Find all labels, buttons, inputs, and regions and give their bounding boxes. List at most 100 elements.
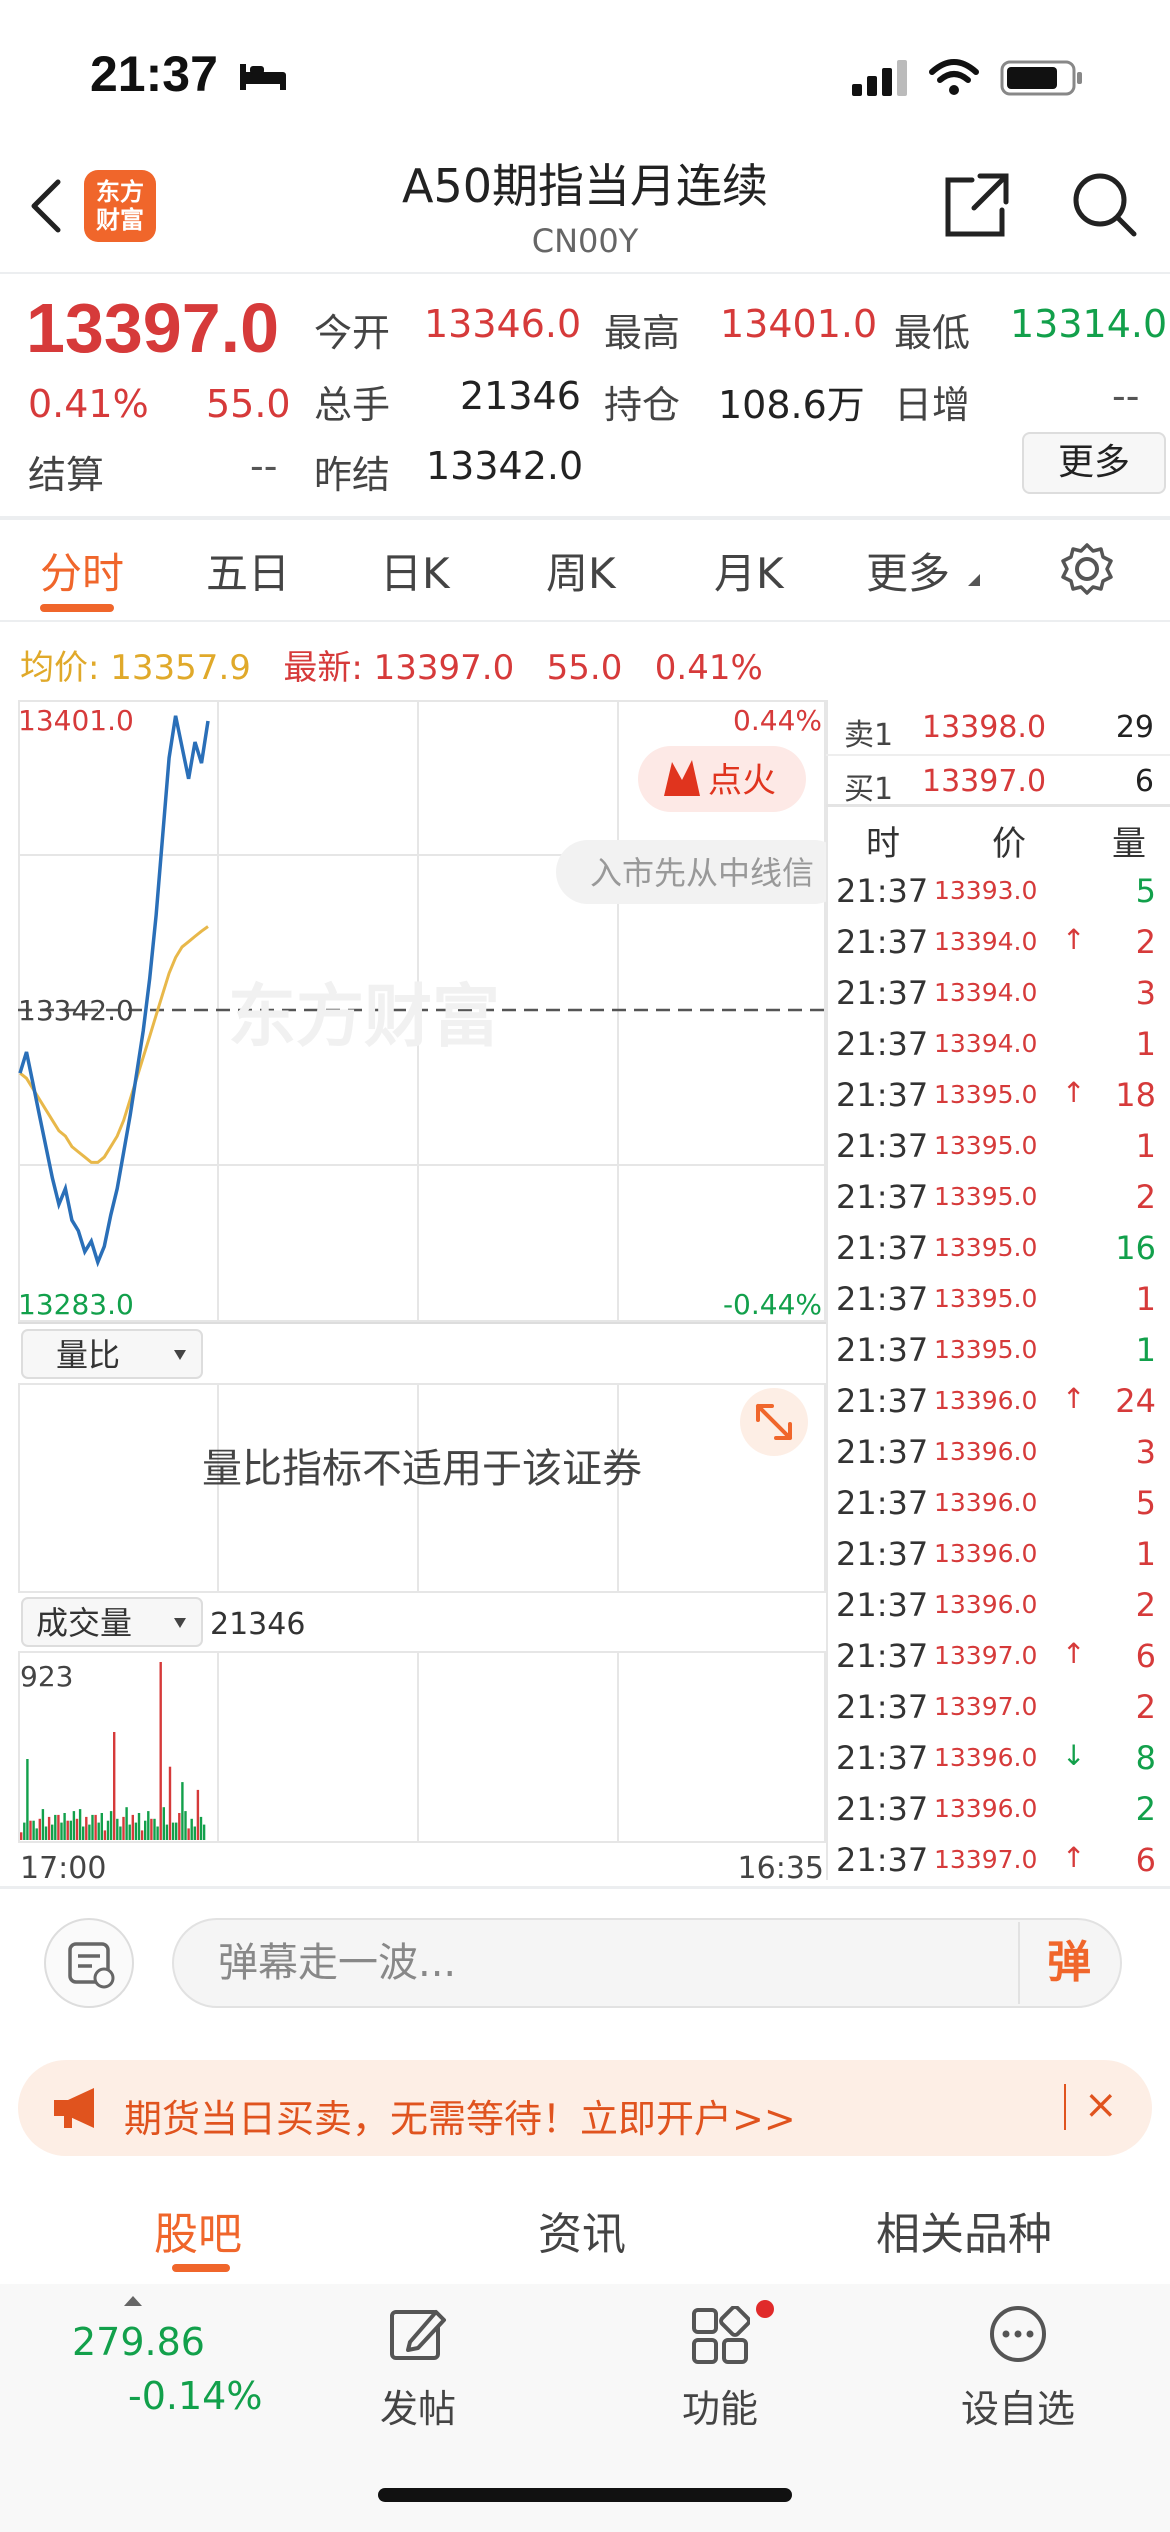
latest-value: 13397.0 bbox=[373, 648, 515, 688]
y-top-price: 13401.0 bbox=[18, 704, 134, 737]
volume-bar bbox=[119, 1826, 122, 1840]
trade-qty: 5 bbox=[1135, 872, 1156, 910]
volume-bar bbox=[32, 1820, 35, 1840]
trade-row: 21:37 13396.0 ↑ 24 bbox=[826, 1376, 1170, 1426]
trade-qty: 2 bbox=[1135, 1790, 1156, 1828]
volume-bar bbox=[78, 1809, 82, 1840]
volume-bar bbox=[187, 1828, 190, 1840]
buy1-label: 买1 bbox=[844, 772, 894, 807]
prev-settle-label: 昨结 bbox=[314, 453, 391, 497]
tab-intraday[interactable]: 分时 bbox=[40, 540, 124, 601]
low-label: 最低 bbox=[894, 311, 971, 355]
trade-row: 21:37 13395.0 16 bbox=[826, 1223, 1170, 1273]
trade-time: 21:37 bbox=[836, 1331, 929, 1369]
index-change[interactable]: -0.14% bbox=[128, 2374, 262, 2418]
volume-bar bbox=[159, 1662, 162, 1840]
trade-dir: ↑ bbox=[1062, 923, 1086, 956]
trade-time: 21:37 bbox=[836, 1637, 929, 1675]
tab-weekly-k[interactable]: 周K bbox=[546, 540, 616, 601]
tab-guba[interactable]: 股吧 bbox=[154, 2198, 242, 2262]
sell1-price: 13398.0 bbox=[922, 710, 1047, 745]
trade-row: 21:37 13396.0 ↓ 8 bbox=[826, 1733, 1170, 1783]
fire-button[interactable]: 点火 bbox=[638, 746, 806, 812]
y-top-pct: 0.44% bbox=[733, 704, 822, 737]
ticker-text[interactable]: 入市先从中线信 bbox=[590, 854, 814, 892]
tab-more[interactable]: 更多 bbox=[866, 540, 950, 601]
settle-label: 结算 bbox=[28, 453, 105, 497]
nav-function[interactable]: 功能 bbox=[620, 2378, 820, 2433]
danmaku-input[interactable]: 弹幕走一波... bbox=[172, 1918, 1122, 2008]
index-value[interactable]: 279.86 bbox=[72, 2320, 205, 2364]
trade-row: 21:37 13394.0 3 bbox=[826, 968, 1170, 1018]
trade-qty: 1 bbox=[1135, 1127, 1156, 1165]
avg-value: 13357.9 bbox=[110, 648, 251, 688]
trade-row: 21:37 13395.0 ↑ 18 bbox=[826, 1070, 1170, 1120]
change-value: 55.0 bbox=[206, 382, 291, 426]
volume-bar bbox=[26, 1759, 29, 1840]
trade-time: 21:37 bbox=[836, 1025, 929, 1063]
volume-bar bbox=[196, 1789, 200, 1840]
tab-five-day[interactable]: 五日 bbox=[206, 540, 290, 601]
trade-qty: 6 bbox=[1135, 1637, 1156, 1675]
open-account-banner[interactable]: 期货当日买卖，无需等待！立即开户>> × bbox=[18, 2060, 1152, 2156]
trade-dir: ↑ bbox=[1062, 1076, 1086, 1109]
trade-time: 21:37 bbox=[836, 1382, 929, 1420]
tab-monthly-k[interactable]: 月K bbox=[714, 540, 784, 601]
danmaku-toggle-button[interactable] bbox=[44, 1918, 134, 2008]
nav-post[interactable]: 发帖 bbox=[318, 2378, 518, 2433]
trade-row: 21:37 13396.0 5 bbox=[826, 1478, 1170, 1528]
volume-bar bbox=[38, 1818, 41, 1840]
high-value: 13401.0 bbox=[720, 302, 878, 346]
ratio-select[interactable]: 量比 bbox=[21, 1329, 203, 1379]
volume-bar bbox=[57, 1814, 60, 1840]
banner-close-button[interactable]: × bbox=[1084, 2082, 1118, 2128]
tab-more-caret-icon bbox=[968, 574, 980, 586]
volume-bar bbox=[175, 1822, 178, 1840]
header-divider bbox=[0, 272, 1170, 274]
time-start: 17:00 bbox=[20, 1851, 106, 1880]
trade-dir: ↑ bbox=[1062, 1637, 1086, 1670]
trade-price: 13396.0 bbox=[934, 1743, 1038, 1772]
trade-time: 21:37 bbox=[836, 1127, 929, 1165]
tab-news[interactable]: 资讯 bbox=[538, 2198, 626, 2262]
sell1-label: 卖1 bbox=[844, 718, 894, 753]
battery-icon bbox=[1000, 60, 1082, 96]
search-icon[interactable] bbox=[1072, 172, 1138, 238]
more-button[interactable]: 更多 bbox=[1022, 432, 1166, 494]
volume-bar bbox=[116, 1818, 119, 1840]
latest-label: 最新: bbox=[283, 648, 363, 688]
ratio-message: 量比指标不适用于该证券 bbox=[202, 1446, 642, 1492]
trade-dir: ↑ bbox=[1062, 1382, 1086, 1415]
volume-bar bbox=[51, 1824, 54, 1840]
tabs-divider bbox=[0, 620, 1170, 622]
volume-bar bbox=[72, 1811, 76, 1840]
volume-bar bbox=[60, 1822, 63, 1840]
share-icon[interactable] bbox=[944, 172, 1010, 238]
volume-value: 21346 bbox=[460, 374, 581, 418]
tab-active-indicator bbox=[40, 604, 114, 612]
nav-add-watchlist[interactable]: 设自选 bbox=[918, 2378, 1118, 2433]
trade-row: 21:37 13396.0 2 bbox=[826, 1580, 1170, 1630]
volume-bar bbox=[162, 1807, 165, 1840]
oi-value: 108.6万 bbox=[718, 383, 865, 427]
volume-bar bbox=[94, 1814, 97, 1840]
tab-related[interactable]: 相关品种 bbox=[876, 2198, 1052, 2262]
trade-time: 21:37 bbox=[836, 923, 929, 961]
megaphone-icon bbox=[54, 2088, 94, 2128]
expand-button[interactable] bbox=[740, 1388, 808, 1456]
volume-bar bbox=[125, 1807, 128, 1840]
banner-text[interactable]: 期货当日买卖，无需等待！立即开户>> bbox=[124, 2088, 796, 2143]
home-indicator bbox=[378, 2488, 792, 2502]
wifi-icon bbox=[929, 59, 979, 95]
trade-price: 13394.0 bbox=[934, 1029, 1038, 1058]
daily-inc-value: -- bbox=[1112, 374, 1140, 418]
open-label: 今开 bbox=[314, 311, 391, 355]
trade-price: 13393.0 bbox=[934, 876, 1038, 905]
trade-dir: ↑ bbox=[1062, 1841, 1086, 1874]
danmaku-send-button[interactable]: 弹 bbox=[1018, 1922, 1118, 2004]
gear-icon[interactable] bbox=[1060, 542, 1114, 596]
volume-select[interactable]: 成交量 bbox=[21, 1597, 203, 1647]
tab-daily-k[interactable]: 日K bbox=[380, 540, 450, 601]
trade-price: 13396.0 bbox=[934, 1590, 1038, 1619]
volume-bar bbox=[165, 1824, 169, 1840]
